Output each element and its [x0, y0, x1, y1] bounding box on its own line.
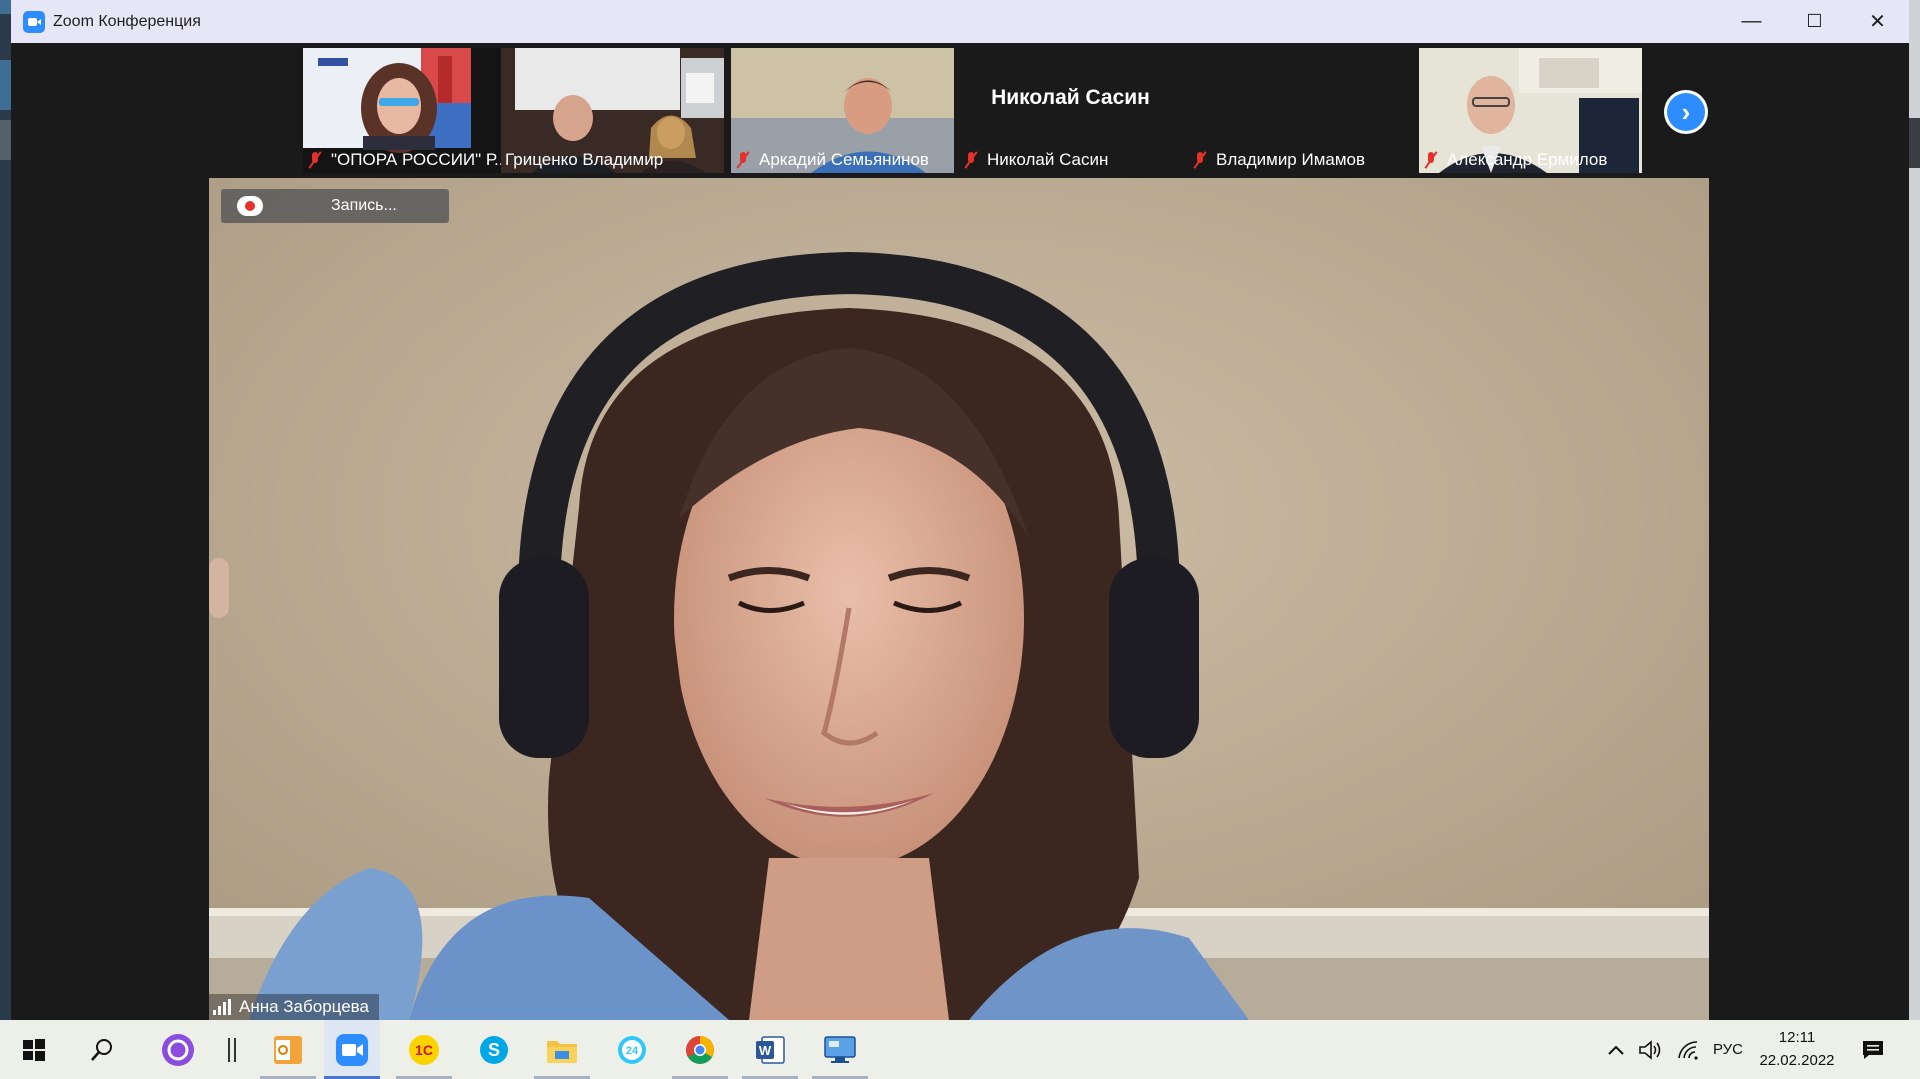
participant-tile[interactable]: Александр Ермилов — [1419, 48, 1642, 173]
remote-desktop-icon — [824, 1035, 856, 1063]
bitrix-label: 24 — [626, 1045, 639, 1057]
recording-label: Запись... — [331, 197, 397, 214]
desktop-left-edge — [0, 0, 11, 1020]
chrome-icon — [686, 1035, 714, 1064]
taskbar-separator — [222, 1020, 242, 1079]
mic-muted-icon — [307, 151, 323, 169]
taskbar-app-word[interactable]: W — [742, 1020, 798, 1079]
onec-label: 1С — [415, 1042, 433, 1058]
clock-time: 12:11 — [1778, 1029, 1816, 1046]
1c-icon: 1С — [409, 1034, 439, 1065]
zoom-icon — [336, 1033, 368, 1066]
explorer-icon — [547, 1040, 577, 1063]
zoom-app-icon — [23, 10, 45, 33]
recording-icon — [237, 196, 263, 216]
participant-name: Гриценко Владимир — [505, 150, 664, 169]
taskbar-app-skype[interactable]: S — [466, 1020, 522, 1079]
taskbar-app-zoom[interactable] — [324, 1020, 380, 1079]
windows-taskbar: 1С S 24 W РУС 12:11 22.02.2022 — [0, 1020, 1920, 1079]
volume-icon — [1639, 1039, 1661, 1060]
participant-tile[interactable]: Аркадий Семьянинов — [731, 48, 954, 173]
word-label: W — [759, 1043, 772, 1058]
speaker-name-label: Анна Заборцева — [209, 994, 379, 1020]
next-page-button[interactable]: › — [1664, 90, 1708, 134]
zoom-window: Zoom Конференция — ☐ ✕ "ОПОРА РОССИИ" Р.… — [11, 0, 1909, 1020]
taskbar-clock[interactable]: 12:11 22.02.2022 — [1752, 1026, 1842, 1072]
title-bar[interactable]: Zoom Конференция — ☐ ✕ — [11, 0, 1909, 43]
taskbar-app-outlook[interactable] — [260, 1020, 316, 1079]
search-button[interactable] — [80, 1020, 124, 1079]
volume-button[interactable] — [1636, 1020, 1666, 1079]
chevron-up-icon — [1608, 1045, 1624, 1055]
participant-name: "ОПОРА РОССИИ" Р... — [331, 150, 509, 169]
mic-muted-icon — [1192, 151, 1208, 169]
taskbar-app-bitrix24[interactable]: 24 — [604, 1020, 660, 1079]
word-icon: W — [756, 1035, 785, 1064]
participant-name: Владимир Имамов — [1216, 150, 1366, 169]
clock-date: 22.02.2022 — [1759, 1052, 1835, 1069]
taskbar-app-1c[interactable]: 1С — [396, 1020, 452, 1079]
mic-muted-icon — [735, 151, 751, 169]
speaker-video-frame — [209, 178, 1709, 1020]
mic-muted-icon — [1423, 151, 1439, 169]
signal-strength-icon — [213, 999, 231, 1015]
speaker-name: Анна Заборцева — [239, 997, 369, 1016]
taskbar-app-remote-desktop[interactable] — [812, 1020, 868, 1079]
active-speaker-video[interactable]: Запись... Анна Заборцева — [209, 178, 1709, 1020]
taskbar-app-chrome[interactable] — [672, 1020, 728, 1079]
window-title: Zoom Конференция — [53, 12, 201, 30]
notification-icon — [1863, 1040, 1883, 1059]
participant-name: Александр Ермилов — [1447, 150, 1608, 169]
language-indicator[interactable]: РУС — [1708, 1020, 1748, 1079]
chevron-right-icon: › — [1667, 93, 1705, 131]
minimize-button[interactable]: — — [1720, 0, 1783, 43]
participant-tile[interactable]: Гриценко Владимир — [501, 48, 724, 173]
close-button[interactable]: ✕ — [1846, 0, 1909, 43]
participant-name: Николай Сасин — [987, 150, 1109, 169]
network-button[interactable] — [1674, 1020, 1704, 1079]
bitrix24-icon: 24 — [618, 1035, 646, 1064]
alice-icon — [162, 1033, 194, 1066]
participant-tile[interactable]: Николай Сасин Николай Сасин — [959, 48, 1182, 173]
windows-start-icon — [23, 1038, 45, 1061]
participant-strip: "ОПОРА РОССИИ" Р... Гриценко Владимир Ар… — [11, 43, 1909, 178]
taskbar-app-explorer[interactable] — [534, 1020, 590, 1079]
participant-tile[interactable]: "ОПОРА РОССИИ" Р... — [303, 48, 526, 173]
start-button[interactable] — [14, 1020, 54, 1079]
alice-button[interactable] — [156, 1020, 200, 1079]
participant-name: Аркадий Семьянинов — [759, 150, 929, 169]
recording-indicator[interactable]: Запись... — [221, 189, 449, 223]
skype-label: S — [488, 1040, 500, 1060]
participant-display-name: Николай Сасин — [991, 86, 1150, 109]
wifi-icon — [1678, 1040, 1698, 1060]
search-icon — [91, 1038, 112, 1061]
participant-tile[interactable]: Владимир Имамов — [1188, 48, 1411, 173]
desktop-right-edge — [1909, 0, 1920, 1020]
maximize-button[interactable]: ☐ — [1783, 0, 1846, 43]
outlook-icon — [274, 1035, 302, 1064]
mic-muted-icon — [963, 151, 979, 169]
action-center-button[interactable] — [1858, 1020, 1888, 1079]
skype-icon: S — [480, 1035, 508, 1064]
tray-overflow-button[interactable] — [1604, 1020, 1628, 1079]
